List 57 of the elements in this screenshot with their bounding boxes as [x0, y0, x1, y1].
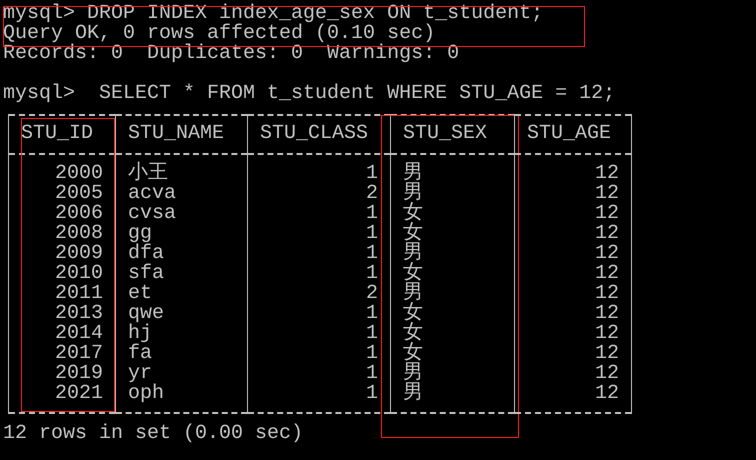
column-header: STU_AGE: [527, 124, 612, 144]
table-cell: 12: [594, 284, 619, 304]
table-cell: 2005: [54, 184, 103, 204]
table-cell: 2: [366, 284, 378, 304]
table-cell: 2006: [54, 204, 103, 224]
table-cell: 12: [594, 324, 619, 344]
table-cell: yr: [128, 364, 152, 384]
table-cell: 1: [366, 344, 378, 364]
column-header: STU_ID: [21, 124, 94, 144]
table-cell: 12: [594, 364, 619, 384]
table-cell: 2009: [54, 244, 103, 264]
table-cell: 2010: [54, 264, 103, 284]
table-cell: 1: [366, 364, 378, 384]
table-cell: gg: [128, 224, 152, 244]
table-cell: 2014: [54, 324, 103, 344]
table-cell: qwe: [128, 304, 164, 324]
table-cell: acva: [128, 184, 176, 204]
table-cell: 2000: [54, 164, 103, 184]
table-cell: 1: [366, 164, 378, 184]
table-cell: 2017: [54, 344, 103, 364]
command-line: mysql> SELECT * FROM t_student WHERE STU_AGE = 12;: [3, 84, 616, 104]
table-cell: hj: [128, 324, 152, 344]
table-cell: 1: [366, 264, 378, 284]
table-cell: 男: [403, 384, 423, 404]
table-cell: dfa: [128, 244, 164, 264]
table-cell: 12: [594, 384, 619, 404]
table-cell: 小王: [128, 164, 168, 184]
table-cell: 2011: [54, 284, 103, 304]
table-cell: fa: [128, 344, 152, 364]
table-cell: 1: [366, 324, 378, 344]
column-header: STU_CLASS: [260, 124, 368, 144]
table-cell: 12: [594, 304, 619, 324]
table-cell: 1: [366, 244, 378, 264]
result-summary: 12 rows in set (0.00 sec): [3, 424, 304, 444]
column-header: STU_SEX: [403, 124, 488, 144]
table-cell: 2021: [54, 384, 103, 404]
table-cell: cvsa: [128, 204, 176, 224]
table-cell: 2: [366, 184, 378, 204]
table-cell: 2019: [54, 364, 103, 384]
table-cell: 1: [366, 224, 378, 244]
terminal-line: Query OK, 0 rows affected (0.10 sec): [3, 24, 436, 44]
table-cell: 12: [594, 204, 619, 224]
table-cell: 12: [594, 164, 619, 184]
table-cell: 12: [594, 244, 619, 264]
table-cell: sfa: [128, 264, 164, 284]
table-cell: oph: [128, 384, 164, 404]
table-cell: et: [128, 284, 152, 304]
table-cell: 12: [594, 264, 619, 284]
table-cell: 1: [366, 304, 378, 324]
table-cell: 12: [594, 184, 619, 204]
table-cell: 12: [594, 224, 619, 244]
table-cell: 1: [366, 384, 378, 404]
table-cell: 2013: [54, 304, 103, 324]
column-header: STU_NAME: [128, 124, 224, 144]
table-cell: 12: [594, 344, 619, 364]
table-cell: 1: [366, 204, 378, 224]
table-cell: 2008: [54, 224, 103, 244]
